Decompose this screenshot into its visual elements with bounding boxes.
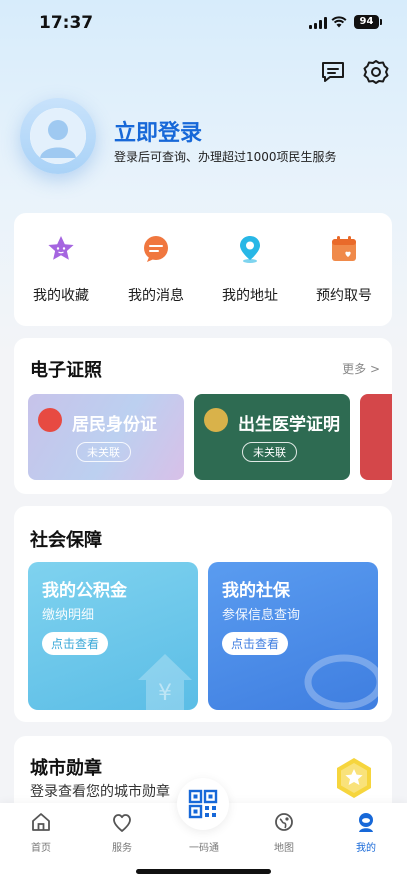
tab-home[interactable]: 首页 bbox=[11, 811, 71, 854]
tab-label: 一码通 bbox=[189, 843, 219, 854]
message-icon[interactable] bbox=[319, 58, 347, 86]
social-view-button[interactable]: 点击查看 bbox=[222, 632, 289, 655]
tab-map[interactable]: 地图 bbox=[254, 811, 314, 854]
medal-icon[interactable] bbox=[334, 756, 374, 800]
national-emblem-icon bbox=[38, 408, 62, 432]
star-icon bbox=[48, 236, 74, 260]
fund-view-button[interactable]: 点击查看 bbox=[42, 632, 109, 655]
tab-one-code[interactable]: 一码通 bbox=[174, 833, 234, 854]
quick-appointment[interactable]: 预约取号 bbox=[304, 233, 384, 305]
id-section: 电子证照 更多 > 居民身份证 未关联 出生医学证明 未关联 bbox=[14, 338, 392, 494]
svg-text:¥: ¥ bbox=[158, 681, 172, 706]
quick-address[interactable]: 我的地址 bbox=[210, 233, 290, 305]
quick-label: 我的收藏 bbox=[33, 288, 89, 304]
more-link[interactable]: 更多 > bbox=[342, 360, 380, 377]
id-card-title: 出生医学证明 bbox=[238, 415, 340, 435]
status-bar: 17:37 94 bbox=[0, 0, 407, 46]
settings-gear-icon[interactable] bbox=[362, 58, 390, 86]
quick-label: 我的地址 bbox=[222, 288, 278, 304]
tab-services[interactable]: 服务 bbox=[92, 811, 152, 854]
id-card-birth-certificate[interactable]: 出生医学证明 未关联 bbox=[194, 394, 350, 480]
city-badge-subtitle: 登录查看您的城市勋章 bbox=[30, 784, 170, 800]
services-icon bbox=[113, 814, 131, 832]
section-title: 电子证照 bbox=[30, 360, 102, 381]
qr-code-icon bbox=[188, 789, 218, 819]
quick-label: 预约取号 bbox=[316, 288, 372, 304]
home-icon bbox=[32, 813, 50, 831]
national-emblem-icon bbox=[204, 408, 228, 432]
qr-code-button[interactable] bbox=[177, 778, 229, 830]
id-card-title: 居民身份证 bbox=[72, 415, 157, 435]
home-indicator bbox=[136, 869, 271, 874]
location-pin-icon bbox=[240, 236, 260, 263]
login-subtitle: 登录后可查询、办理超过1000项民生服务 bbox=[114, 150, 337, 164]
quick-messages[interactable]: 我的消息 bbox=[116, 233, 196, 305]
signal-icon bbox=[309, 17, 327, 29]
avatar-placeholder-icon bbox=[30, 108, 86, 164]
tab-mine[interactable]: 我的 bbox=[336, 811, 396, 854]
city-badge-title: 城市勋章 bbox=[30, 758, 102, 779]
id-card-partial[interactable] bbox=[360, 394, 392, 480]
tab-label: 我的 bbox=[356, 843, 376, 854]
avatar[interactable] bbox=[20, 98, 96, 174]
social-insurance-card[interactable]: 我的社保 参保信息查询 点击查看 bbox=[208, 562, 378, 710]
id-card-resident[interactable]: 居民身份证 未关联 bbox=[28, 394, 184, 480]
profile-icon bbox=[359, 813, 373, 832]
quick-label: 我的消息 bbox=[128, 288, 184, 304]
social-section: 社会保障 ¥ 我的公积金 缴纳明细 点击查看 我的社保 参保信息查询 点击查看 bbox=[14, 506, 392, 722]
message-bubble-icon bbox=[144, 236, 168, 262]
quick-actions-card: 我的收藏 我的消息 我的地址 预约取号 bbox=[14, 213, 392, 326]
social-insurance-logo-icon bbox=[304, 654, 378, 710]
map-icon bbox=[275, 813, 293, 831]
section-title: 社会保障 bbox=[30, 530, 102, 551]
quick-favorites[interactable]: 我的收藏 bbox=[21, 233, 101, 305]
id-card-status-badge: 未关联 bbox=[242, 442, 297, 462]
fund-card-subtitle: 缴纳明细 bbox=[42, 608, 95, 623]
wifi-icon bbox=[331, 16, 347, 28]
tab-label: 首页 bbox=[31, 843, 51, 854]
battery-icon: 94 bbox=[354, 15, 382, 29]
fund-card[interactable]: ¥ 我的公积金 缴纳明细 点击查看 bbox=[28, 562, 198, 710]
tab-label: 地图 bbox=[274, 843, 294, 854]
social-card-subtitle: 参保信息查询 bbox=[222, 608, 301, 623]
calendar-icon bbox=[332, 236, 356, 261]
status-time: 17:37 bbox=[39, 13, 94, 33]
social-card-title: 我的社保 bbox=[222, 581, 290, 601]
id-card-status-badge: 未关联 bbox=[76, 442, 131, 462]
fund-card-title: 我的公积金 bbox=[42, 581, 127, 601]
house-yuan-icon: ¥ bbox=[138, 654, 192, 710]
tab-label: 服务 bbox=[112, 843, 132, 854]
login-title[interactable]: 立即登录 bbox=[114, 115, 202, 147]
